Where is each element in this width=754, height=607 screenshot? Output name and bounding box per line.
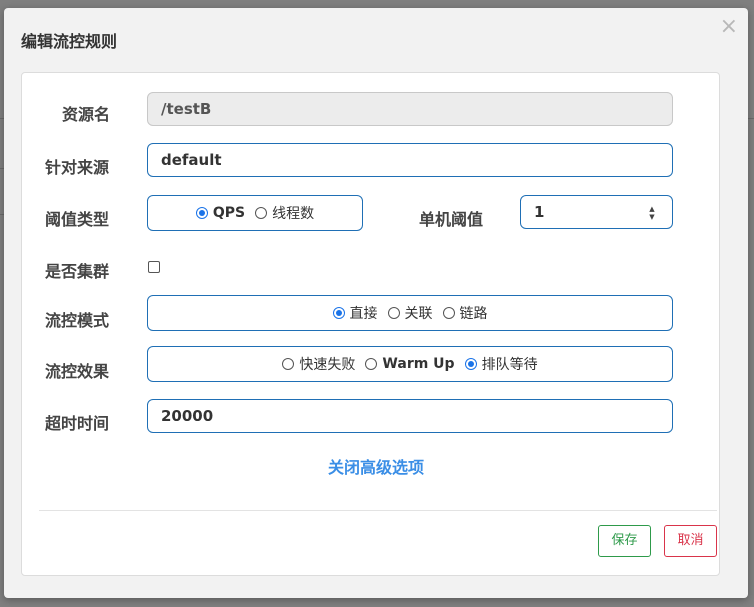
cluster-checkbox[interactable]	[148, 261, 160, 273]
radio-unselected-icon	[442, 307, 455, 319]
radio-unselected-icon	[365, 358, 378, 370]
timeout-input[interactable]: 20000	[147, 399, 673, 433]
footer-divider	[39, 510, 717, 511]
threshold-type-label: 阈值类型	[45, 210, 110, 229]
option-label: 关联	[404, 306, 433, 322]
flow-mode-option-relate[interactable]: 关联	[387, 303, 433, 323]
option-label: 链路	[459, 306, 488, 322]
limit-app-label: 针对来源	[45, 158, 110, 177]
radio-selected-icon	[332, 307, 345, 319]
edit-flow-rule-dialog: 编辑流控规则 × 资源名 /testB 针对来源 default 阈值类型 QP…	[4, 8, 748, 598]
radio-unselected-icon	[255, 207, 268, 219]
option-label: QPS	[212, 205, 246, 221]
radio-unselected-icon	[282, 358, 295, 370]
background-divider	[748, 118, 754, 119]
threshold-type-option-qps[interactable]: QPS	[195, 205, 246, 221]
threshold-value: 1	[534, 203, 545, 221]
option-label: 线程数	[272, 206, 315, 222]
save-button[interactable]: 保存	[598, 525, 651, 557]
cancel-button[interactable]: 取消	[664, 525, 717, 557]
flow-mode-option-chain[interactable]: 链路	[442, 303, 488, 323]
threshold-type-option-thread[interactable]: 线程数	[255, 203, 314, 223]
radio-selected-icon	[464, 358, 477, 370]
option-label: 排队等待	[481, 357, 538, 373]
flow-mode-radio-group: 直接 关联 链路	[147, 295, 673, 331]
cluster-label: 是否集群	[45, 262, 110, 281]
resource-label: 资源名	[62, 105, 111, 124]
flow-mode-option-direct[interactable]: 直接	[332, 303, 378, 323]
spinner-arrows-icon[interactable]: ▲ ▼	[648, 205, 656, 221]
radio-selected-icon	[195, 207, 208, 219]
close-icon[interactable]: ×	[720, 14, 738, 40]
flow-effect-label: 流控效果	[45, 362, 110, 381]
flow-effect-radio-group: 快速失败 Warm Up 排队等待	[147, 346, 673, 382]
flow-mode-label: 流控模式	[45, 311, 110, 330]
threshold-label: 单机阈值	[419, 210, 484, 229]
resource-input[interactable]: /testB	[147, 92, 673, 126]
close-advanced-options-link[interactable]: 关闭高级选项	[328, 454, 424, 478]
timeout-label: 超时时间	[45, 414, 110, 433]
limit-app-input[interactable]: default	[147, 143, 673, 177]
option-label: Warm Up	[382, 356, 455, 372]
flow-effect-option-fast-fail[interactable]: 快速失败	[282, 354, 355, 374]
flow-effect-option-queue[interactable]: 排队等待	[464, 354, 538, 374]
dialog-title: 编辑流控规则	[21, 32, 118, 51]
threshold-type-radio-group: QPS 线程数	[147, 195, 363, 231]
option-label: 直接	[349, 306, 378, 322]
dialog-body: 资源名 /testB 针对来源 default 阈值类型 QPS 线程数 单机阈…	[21, 72, 720, 576]
flow-effect-option-warm-up[interactable]: Warm Up	[365, 356, 455, 372]
option-label: 快速失败	[299, 357, 356, 373]
threshold-input[interactable]: 1 ▲ ▼	[520, 195, 673, 229]
radio-unselected-icon	[387, 307, 400, 319]
